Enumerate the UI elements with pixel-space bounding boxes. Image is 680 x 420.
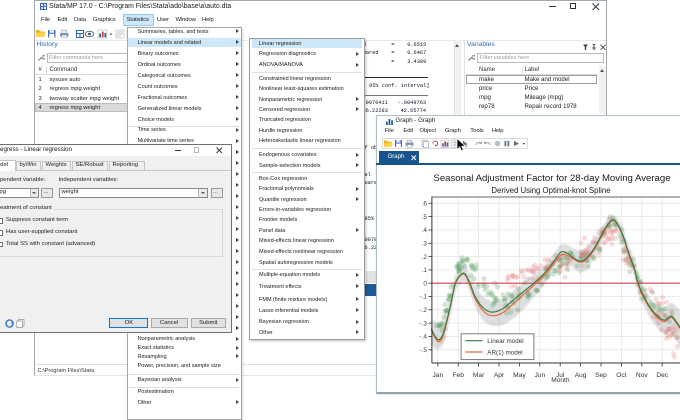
- svg-text:Jun: Jun: [534, 372, 545, 379]
- svg-text:.2: .2: [421, 254, 427, 261]
- svg-text:.5: .5: [421, 214, 427, 221]
- svg-text:.1: .1: [421, 267, 427, 274]
- svg-text:Linear model: Linear model: [487, 338, 523, 345]
- svg-text:.4: .4: [421, 227, 427, 234]
- svg-text:-.3: -.3: [419, 320, 427, 327]
- svg-text:Mar: Mar: [473, 372, 485, 379]
- svg-text:Feb: Feb: [452, 372, 464, 379]
- svg-text:-.5: -.5: [419, 347, 427, 354]
- svg-text:Jan: Jan: [432, 372, 443, 379]
- svg-text:Nov: Nov: [636, 372, 648, 379]
- svg-text:-.2: -.2: [419, 307, 427, 314]
- svg-text:.6: .6: [421, 201, 427, 208]
- svg-text:-.4: -.4: [419, 334, 427, 341]
- svg-text:Aug: Aug: [574, 372, 586, 379]
- svg-text:.3: .3: [421, 241, 427, 248]
- svg-text:Month: Month: [551, 377, 570, 384]
- svg-text:Oct: Oct: [616, 372, 626, 379]
- svg-text:Apr: Apr: [493, 372, 504, 379]
- svg-text:Dec: Dec: [656, 372, 668, 379]
- svg-text:Sep: Sep: [595, 372, 607, 379]
- svg-text:AR(1) model: AR(1) model: [487, 349, 522, 356]
- svg-text:0: 0: [423, 280, 427, 287]
- svg-text:May: May: [513, 372, 526, 379]
- svg-text:-.1: -.1: [419, 294, 427, 301]
